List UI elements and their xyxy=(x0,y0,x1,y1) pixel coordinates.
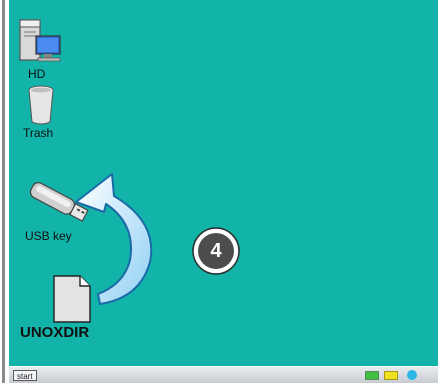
curved-arrow-icon xyxy=(75,173,153,305)
tray-blue-indicator[interactable] xyxy=(407,370,417,380)
unoxdir-label[interactable]: UNOXDIR xyxy=(20,324,89,341)
tray-green-indicator[interactable] xyxy=(365,371,379,380)
usb-key-label[interactable]: USB key xyxy=(25,229,72,243)
trash-label[interactable]: Trash xyxy=(23,126,53,140)
left-edge-strip xyxy=(0,0,8,383)
hd-label[interactable]: HD xyxy=(28,67,45,81)
start-button[interactable]: start xyxy=(13,370,37,381)
computer-icon[interactable] xyxy=(14,14,66,66)
left-edge-bar xyxy=(2,0,5,383)
taskbar: start xyxy=(9,366,438,383)
trash-icon[interactable] xyxy=(26,84,56,126)
step-number: 4 xyxy=(210,240,222,262)
tray-yellow-indicator[interactable] xyxy=(384,371,398,380)
